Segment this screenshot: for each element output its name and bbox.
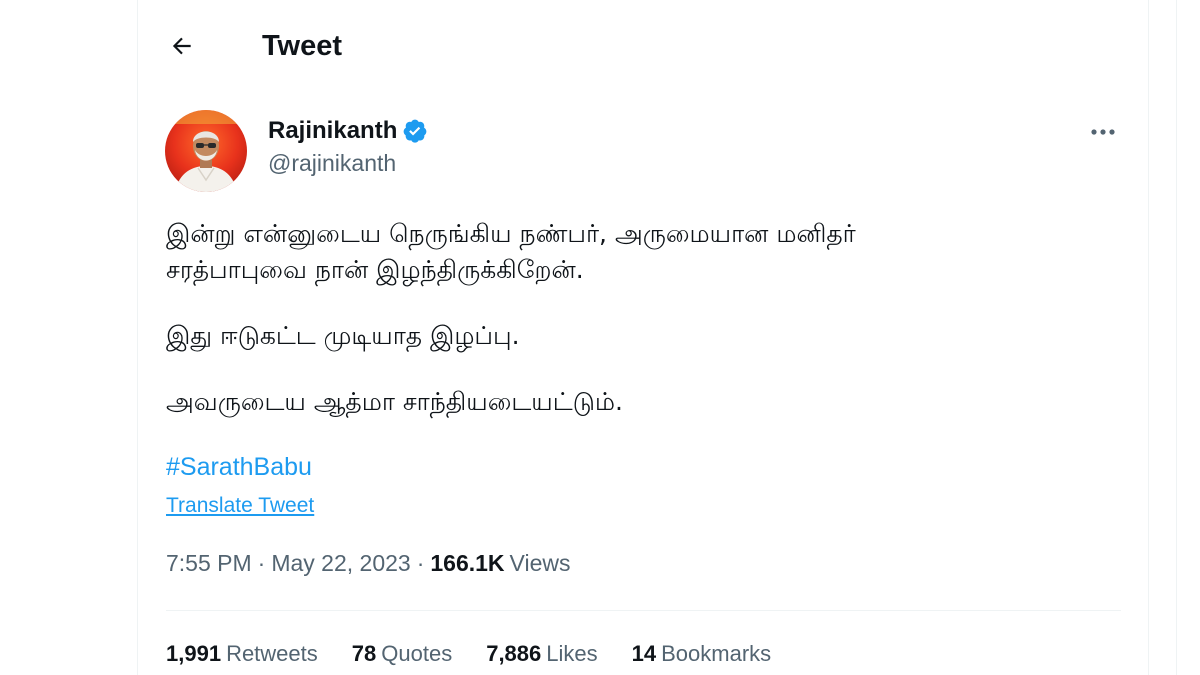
translate-tweet-link[interactable]: Translate Tweet [166, 494, 314, 518]
likes-count: 7,886 [486, 641, 542, 666]
header: Tweet [138, 14, 1148, 74]
engagement-stats: 1,991 Retweets 78 Quotes 7,886 Likes 14 Book… [166, 641, 805, 667]
right-sidebar-edge [1176, 0, 1200, 675]
bookmarks-label: Bookmarks [661, 641, 772, 666]
avatar-photo [165, 110, 247, 192]
back-button[interactable] [164, 28, 200, 64]
tweet-line: இது ஈடுகட்ட முடியாத இழப்பு. [166, 321, 520, 350]
tweet-page: Tweet Rajinikanth @rajinikanth இன்று என்… [0, 0, 1200, 675]
arrow-left-icon [172, 37, 191, 55]
tweet-line: சரத்பாபுவை நான் இழந்திருக்கிறேன். [166, 255, 584, 284]
avatar[interactable] [165, 110, 247, 192]
tweet-time[interactable]: 7:55 PM [166, 550, 252, 577]
quotes-label: Quotes [381, 641, 453, 666]
tweet-text: இன்று என்னுடைய நெருங்கிய நண்பர், அருமையா… [166, 216, 1126, 420]
tweet-line: இன்று என்னுடைய நெருங்கிய நண்பர், அருமையா… [166, 219, 856, 248]
quotes-count: 78 [351, 641, 377, 666]
main-column: Tweet Rajinikanth @rajinikanth இன்று என்… [137, 0, 1149, 675]
retweets-label: Retweets [226, 641, 318, 666]
tweet-meta: 7:55 PM · May 22, 2023 · 166.1K Views [166, 550, 570, 577]
more-horizontal-icon [1091, 129, 1115, 135]
quotes-stat[interactable]: 78 Quotes [352, 641, 452, 667]
separator: · [416, 550, 425, 576]
views-label: Views [509, 550, 571, 576]
likes-stat[interactable]: 7,886 Likes [486, 641, 597, 667]
retweets-count: 1,991 [166, 641, 222, 666]
hashtag-link[interactable]: #SarathBabu [166, 453, 312, 482]
author-handle[interactable]: @rajinikanth [268, 150, 396, 177]
bookmarks-count: 14 [631, 641, 657, 666]
divider [166, 610, 1121, 611]
tweet-line: அவருடைய ஆத்மா சாந்தியடையட்டும். [166, 387, 623, 416]
retweets-stat[interactable]: 1,991 Retweets [166, 641, 318, 667]
views-count: 166.1K [430, 550, 505, 576]
author-name[interactable]: Rajinikanth [268, 117, 397, 145]
bookmarks-stat[interactable]: 14 Bookmarks [632, 641, 772, 667]
tweet-date[interactable]: May 22, 2023 [271, 550, 410, 577]
author-name-row: Rajinikanth [268, 116, 428, 146]
page-title: Tweet [262, 30, 343, 62]
verified-badge-icon [403, 119, 427, 143]
likes-label: Likes [546, 641, 598, 666]
separator: · [257, 550, 266, 576]
more-options-button[interactable] [1088, 117, 1118, 147]
